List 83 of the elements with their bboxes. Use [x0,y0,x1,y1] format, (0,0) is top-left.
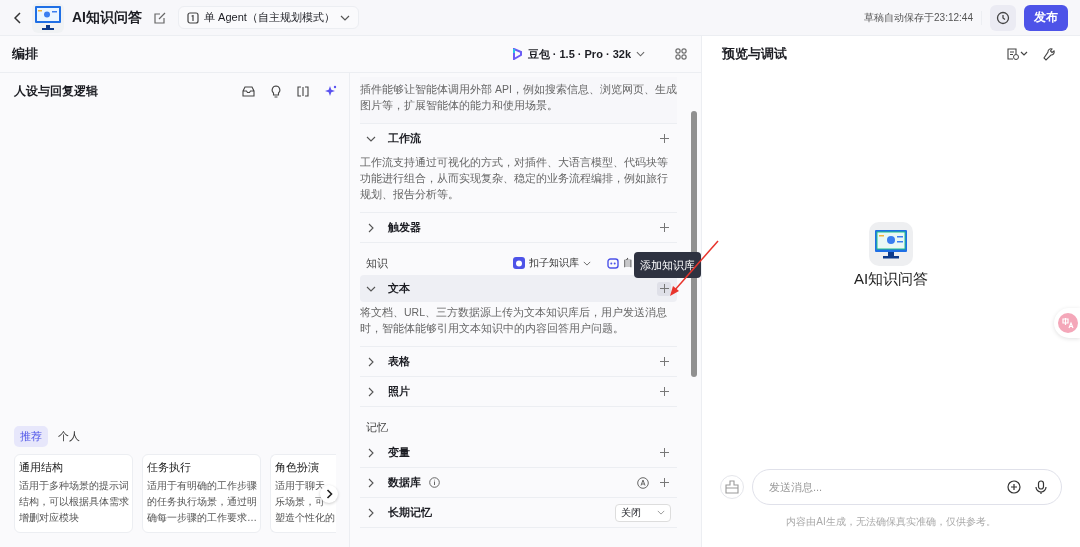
model-logo-icon [510,48,523,60]
history-list-icon[interactable] [1007,48,1029,60]
model-selector[interactable]: 豆包 · 1.5 · Pro · 32k [510,46,645,62]
card-description: 确每一步骤的工作要求… [147,511,256,525]
section-header[interactable]: 数据库 [360,469,677,496]
caret-icon [583,260,591,266]
group-label: 记忆 [366,419,388,435]
card-title: 角色扮演 [275,460,320,475]
back-icon[interactable] [14,11,22,24]
agent-icon [187,11,199,24]
section-title: 数据库 [388,475,421,490]
section-header[interactable]: 工作流 [360,125,677,152]
microphone-icon[interactable] [1035,479,1047,495]
add-icon[interactable] [659,478,669,487]
section-title: 变量 [388,445,410,460]
section-title: 照片 [388,384,410,399]
section-title: 人设与回复逻辑 [14,82,98,100]
description-text: 将文档、URL、三方数据源上传为文本知识库后，用户发送消息时，智能体能够引用文本知识中的内容回答用户问题。 [360,305,668,336]
card-title: 通用结构 [19,460,64,475]
robot-icon [607,257,619,269]
section-title: 长期记忆 [388,505,432,520]
card-description: 结构，可以根据具体需求 [19,495,128,509]
publish-button[interactable]: 发布 [1024,4,1068,31]
knowledge-source-selector[interactable]: 扣子知识库 [513,256,591,270]
caret-icon [657,510,665,515]
sparkle-icon[interactable] [324,84,337,98]
tooltip: 添加知识库 [634,252,701,278]
group-label: 知识 [366,255,388,271]
caret-icon [636,51,645,57]
info-icon[interactable] [429,477,440,488]
section-title: 表格 [388,354,410,369]
add-circle-icon[interactable] [1007,480,1021,494]
section-title: 触发器 [388,220,421,235]
panel-title: 编排 [12,45,38,63]
section-header[interactable]: 长期记忆 关闭 [360,499,677,526]
add-icon[interactable] [659,134,669,143]
memory-select[interactable]: 关闭 [615,503,671,522]
lightbulb-icon[interactable] [270,84,282,98]
section-header[interactable]: 照片 [360,378,677,405]
section-title: 工作流 [388,131,421,146]
add-icon[interactable] [659,387,669,396]
agent-name: AI知识问答 [853,270,929,289]
monitor-icon [869,222,913,266]
card-title: 任务执行 [147,460,192,475]
card-description: 适用于有明确的工作步骤 [147,479,256,493]
autosave-status: 草稿自动保存于23:12:44 [864,10,982,25]
section-header[interactable]: 表格 [360,348,677,375]
description-text: 工作流支持通过可视化的方式，对插件、大语言模型、代码块等功能进行组合，从而实现复杂、稳定的业务流程编排，例如旅行规划、报告分析等。 [360,155,669,202]
disclaimer-text: 内容由AI生成，无法确保真实准确，仅供参考。 [786,515,996,529]
section-header[interactable]: 触发器 [360,214,677,241]
caret-icon [339,14,350,21]
split-view-icon[interactable] [297,85,309,97]
section-header[interactable]: 变量 [360,439,677,466]
template-tab[interactable]: 推荐 [14,426,48,447]
card-description: 适用于多种场景的提示词 [19,479,128,493]
panel-title: 预览与调试 [722,45,787,63]
add-icon[interactable] [659,284,669,293]
agent-title: AI知识问答 [72,8,142,27]
add-icon[interactable] [659,223,669,232]
briefcase-icon [725,480,739,494]
add-icon[interactable] [659,357,669,366]
card-description: 的任务执行场景，通过明 [147,495,256,509]
inbox-icon[interactable] [242,85,255,97]
add-icon[interactable] [659,448,669,457]
wrench-icon[interactable] [1043,47,1056,61]
card-description: 塑造个性化的 [275,511,336,525]
card-description: 适用于聊天 [275,479,326,493]
section-title: 文本 [388,281,410,296]
auto-call-selector[interactable]: 自 [607,256,633,270]
mode-selector[interactable]: 单 Agent（自主规划模式） [178,6,359,29]
template-tab[interactable]: 个人 [52,426,86,447]
grid-icon[interactable] [675,48,687,60]
template-card[interactable]: 任务执行 适用于有明确的工作步骤 的任务执行场景，通过明 确每一步骤的工作要求… [142,454,261,533]
card-description: 增删对应模块 [19,511,80,525]
chevron-right-icon [325,489,333,499]
edit-icon[interactable] [154,11,166,24]
template-card[interactable]: 通用结构 适用于多种场景的提示词 结构，可以根据具体需求 增删对应模块 [14,454,133,533]
clock-icon [996,10,1010,25]
section-header[interactable]: 文本 [360,275,677,302]
message-input[interactable]: 发送消息... [767,480,993,494]
auto-icon[interactable] [637,476,649,489]
history-button[interactable] [990,4,1016,31]
bot-icon [513,257,525,269]
